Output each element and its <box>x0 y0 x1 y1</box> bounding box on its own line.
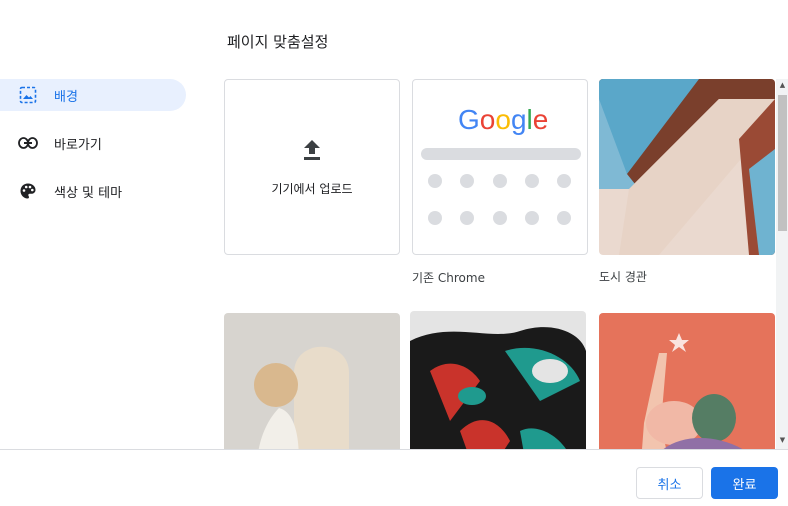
logo-letter: g <box>510 104 527 135</box>
cityscape-tile[interactable] <box>599 79 775 255</box>
scrollbar-thumb[interactable] <box>778 95 787 231</box>
classic-chrome-caption: 기존 Chrome <box>412 271 485 285</box>
illustration-image <box>599 313 775 449</box>
shortcut-dots <box>428 174 571 225</box>
sidebar-item-background[interactable]: 배경 <box>0 79 186 111</box>
cityscape-image <box>599 79 775 255</box>
palette-icon <box>18 181 38 201</box>
scroll-up-arrow-icon[interactable]: ▲ <box>778 81 787 90</box>
upload-from-device-tile[interactable]: 기기에서 업로드 <box>224 79 400 255</box>
sidebar-item-color-theme[interactable]: 색상 및 테마 <box>0 175 186 207</box>
scroll-down-arrow-icon[interactable]: ▼ <box>778 436 787 445</box>
logo-letter: o <box>479 104 496 135</box>
sidebar-item-label: 바로가기 <box>54 137 102 153</box>
haida-art-image <box>410 311 586 449</box>
cityscape-caption: 도시 경관 <box>599 270 647 284</box>
illustration-tile[interactable] <box>599 313 775 449</box>
cancel-button[interactable]: 취소 <box>636 467 703 499</box>
upload-label: 기기에서 업로드 <box>271 181 353 196</box>
classic-chrome-tile[interactable]: Google <box>412 79 588 255</box>
logo-letter: e <box>532 104 549 135</box>
background-image-icon <box>18 85 38 105</box>
background-grid: 기기에서 업로드 Google 기존 Chrome 도시 경관 <box>224 79 776 449</box>
art-sculpture-tile[interactable] <box>224 313 400 449</box>
done-button[interactable]: 완료 <box>711 467 778 499</box>
link-icon <box>18 133 38 153</box>
sculpture-image <box>224 313 400 449</box>
footer-divider <box>0 449 788 450</box>
dialog-title: 페이지 맞춤설정 <box>227 33 329 51</box>
sidebar-item-label: 배경 <box>54 89 78 105</box>
search-bar-placeholder <box>421 148 581 160</box>
sidebar-nav: 배경 바로가기 색상 및 테마 <box>0 79 186 223</box>
sidebar-item-label: 색상 및 테마 <box>54 185 123 201</box>
indigenous-art-tile[interactable] <box>410 311 586 449</box>
upload-icon <box>300 138 324 166</box>
logo-letter: G <box>458 104 480 135</box>
google-logo: Google <box>458 104 548 136</box>
logo-letter: o <box>495 104 511 135</box>
sidebar-item-shortcuts[interactable]: 바로가기 <box>0 127 186 159</box>
